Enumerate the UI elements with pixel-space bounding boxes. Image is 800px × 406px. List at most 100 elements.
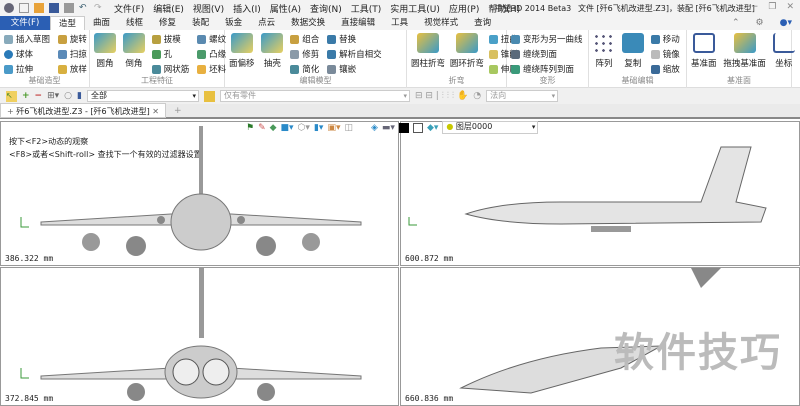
sweep-button[interactable]: 扫掠 — [57, 48, 87, 60]
snap-icons[interactable]: ⊟ ⊟ | ⫶ ⫶ ⫶ ✋ — [415, 91, 468, 101]
collapse-ribbon-icon[interactable]: ⌃ — [732, 18, 740, 28]
fillet-button[interactable]: 圆角 — [94, 33, 116, 69]
pattern-button[interactable]: 阵列 — [593, 33, 615, 69]
emboss-button[interactable]: 镶嵌 — [327, 63, 382, 75]
wrap-to-face-button[interactable]: 缠绕到面 — [511, 48, 583, 60]
tab-sheetmetal[interactable]: 钣金 — [217, 16, 250, 30]
remove-icon[interactable]: − — [35, 91, 43, 101]
save-icon[interactable] — [49, 3, 59, 13]
tab-pointcloud[interactable]: 点云 — [250, 16, 283, 30]
circle-select-icon[interactable]: ○ — [64, 91, 72, 101]
redo-icon[interactable]: ↷ — [94, 3, 104, 13]
cylinder-bend-button[interactable]: 圆柱折弯 — [411, 33, 445, 69]
new-tab-button[interactable]: + — [174, 106, 182, 116]
menu-attributes[interactable]: 属性(A) — [270, 2, 301, 15]
filter-select[interactable]: 全部 — [86, 90, 199, 102]
new-icon[interactable] — [19, 3, 29, 13]
scale-button[interactable]: 缩放 — [650, 63, 680, 75]
viewport-side[interactable]: 600.872 mm — [400, 121, 800, 266]
loft-button[interactable]: 放样 — [57, 63, 87, 75]
tab-assembly[interactable]: 装配 — [184, 16, 217, 30]
undo-icon[interactable]: ↶ — [79, 3, 89, 13]
light-icon[interactable]: ◈ — [371, 123, 378, 133]
select-icon[interactable]: ↖ — [6, 90, 17, 102]
close-tab-icon[interactable]: ✕ — [150, 107, 159, 116]
draft-button[interactable]: 拔模 — [151, 33, 190, 45]
menu-edit[interactable]: 编辑(E) — [153, 2, 184, 15]
copy-button[interactable]: 复制 — [621, 33, 644, 69]
view-cube-icon[interactable]: ⬡▾ — [298, 123, 310, 133]
cube-icon[interactable]: ■▾ — [281, 123, 294, 133]
resolve-self-intersect-button[interactable]: 解析自相交 — [327, 48, 382, 60]
print-icon[interactable] — [64, 3, 74, 13]
thread-button[interactable]: 螺纹 — [197, 33, 226, 45]
stock-button[interactable]: 坯料 — [197, 63, 226, 75]
face-offset-button[interactable]: 面偏移 — [229, 33, 255, 69]
tab-repair[interactable]: 修复 — [151, 16, 184, 30]
shaded-icon[interactable]: ◆ — [270, 123, 277, 133]
tab-query[interactable]: 查询 — [466, 16, 499, 30]
expand-icon[interactable]: ⊞▾ — [47, 91, 59, 101]
layer-icon[interactable]: ◆▾ — [427, 123, 438, 133]
menu-apps[interactable]: 应用(P) — [449, 2, 479, 15]
combine-button[interactable]: 组合 — [290, 33, 319, 45]
background-icon[interactable]: ▬▾ — [382, 123, 395, 133]
viewport-rear[interactable]: 372.845 mm — [0, 267, 399, 406]
drag-datum-button[interactable]: 拖拽基准面 — [723, 33, 766, 69]
mirror-button[interactable]: 镜像 — [650, 48, 680, 60]
torus-bend-button[interactable]: 圆环折弯 — [450, 33, 484, 69]
menu-view[interactable]: 视图(V) — [193, 2, 224, 15]
simplify-button[interactable]: 简化 — [290, 63, 319, 75]
menu-insert[interactable]: 插入(I) — [233, 2, 261, 15]
tab-tools[interactable]: 工具 — [383, 16, 416, 30]
normal-icon[interactable]: ◔ — [473, 91, 481, 101]
close-button[interactable]: ✕ — [786, 2, 794, 12]
sphere-button[interactable]: 球体 — [4, 48, 50, 60]
shell-button[interactable]: 抽壳 — [261, 33, 284, 69]
minimize-button[interactable]: − — [751, 2, 759, 12]
exit-icon[interactable]: ⚑ — [246, 123, 254, 133]
section-icon[interactable]: ◫ — [344, 123, 353, 133]
document-tab[interactable]: + 歼6飞机改进型.Z3 - [歼6飞机改进型] ✕ — [0, 103, 167, 118]
curve-to-curve-button[interactable]: 变形为另一曲线 — [511, 33, 583, 45]
display-icon[interactable]: ▮▾ — [314, 123, 323, 133]
menu-query[interactable]: 查询(N) — [310, 2, 342, 15]
black-color-icon[interactable] — [398, 122, 409, 133]
part-filter-icon[interactable] — [203, 90, 215, 102]
viewport-front[interactable]: 按下<F2>动态的观察 <F8>或者<Shift-roll> 查找下一个有效的过… — [0, 121, 399, 266]
tab-visual-style[interactable]: 视觉样式 — [416, 16, 466, 30]
part-filter-select[interactable]: 仅有零件 — [219, 90, 410, 102]
menu-utilities[interactable]: 实用工具(U) — [390, 2, 440, 15]
tab-direct-edit[interactable]: 直接编辑 — [333, 16, 383, 30]
menu-file[interactable]: 文件(F) — [114, 2, 144, 15]
tab-modeling[interactable]: 造型 — [50, 16, 86, 30]
flange-button[interactable]: 凸缘 — [197, 48, 226, 60]
render-icon[interactable]: ✎ — [258, 123, 266, 133]
layer-select[interactable]: ● 图层0000 — [442, 121, 539, 134]
chamfer-button[interactable]: 倒角 — [122, 33, 145, 69]
tab-file[interactable]: 文件(F) — [0, 16, 50, 30]
revolve-button[interactable]: 旋转 — [57, 33, 87, 45]
menu-tools[interactable]: 工具(T) — [351, 2, 382, 15]
trim-button[interactable]: 修剪 — [290, 48, 319, 60]
add-icon[interactable]: + — [22, 91, 30, 101]
rib-button[interactable]: 网状筋 — [151, 63, 189, 75]
coordinate-button[interactable]: 坐标 — [772, 33, 795, 69]
extrude-button[interactable]: 拉伸 — [4, 63, 50, 75]
datum-plane-button[interactable]: 基准面 — [691, 33, 717, 69]
tab-data-exchange[interactable]: 数据交换 — [283, 16, 333, 30]
settings-icon[interactable]: ⚙ — [756, 18, 764, 28]
open-icon[interactable] — [34, 3, 44, 13]
move-button[interactable]: 移动 — [650, 33, 680, 45]
hole-button[interactable]: 孔 — [151, 48, 190, 60]
replace-button[interactable]: 替换 — [327, 33, 382, 45]
restore-button[interactable]: ❐ — [768, 2, 776, 12]
normal-select[interactable]: 法向 — [486, 90, 559, 102]
wrap-pattern-button[interactable]: 缠绕阵列到面 — [511, 63, 583, 75]
tab-surface[interactable]: 曲面 — [85, 16, 118, 30]
insert-sketch-button[interactable]: 插入草图 — [4, 33, 50, 45]
filter-icon[interactable]: ▮ — [77, 91, 82, 101]
material-icon[interactable]: ▣▾ — [327, 123, 340, 133]
tab-wireframe[interactable]: 线框 — [118, 16, 151, 30]
help-icon[interactable]: ●▾ — [780, 18, 792, 28]
